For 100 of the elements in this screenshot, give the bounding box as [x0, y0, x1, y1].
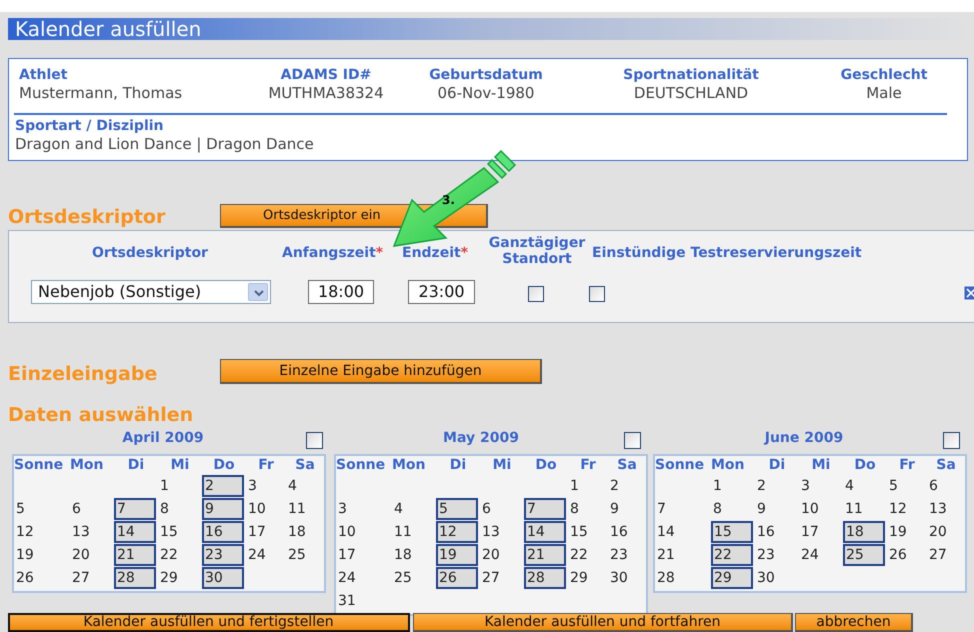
day[interactable]: 27 [927, 544, 965, 566]
select-month-checkbox[interactable] [943, 432, 960, 449]
day[interactable]: 10 [246, 498, 286, 520]
day[interactable]: 4 [286, 475, 324, 497]
day[interactable]: 17 [336, 544, 392, 566]
day[interactable]: 13 [927, 498, 965, 520]
selected-day[interactable]: 12 [436, 521, 478, 543]
delete-icon[interactable] [964, 286, 974, 300]
day[interactable]: 13 [70, 521, 114, 543]
day[interactable]: 10 [799, 498, 843, 520]
action-button[interactable]: Kalender ausfüllen und fertigstellen [8, 613, 410, 632]
day[interactable]: 24 [799, 544, 843, 566]
day[interactable]: 18 [392, 544, 436, 566]
day[interactable]: 10 [336, 521, 392, 543]
selected-day[interactable]: 30 [202, 567, 244, 589]
day[interactable]: 6 [480, 498, 524, 520]
day[interactable]: 15 [158, 521, 202, 543]
day[interactable]: 6 [70, 498, 114, 520]
selected-day[interactable]: 18 [843, 521, 885, 543]
selected-day[interactable]: 2 [202, 475, 244, 497]
day[interactable]: 26 [14, 567, 70, 589]
day[interactable]: 22 [568, 544, 608, 566]
day[interactable]: 12 [14, 521, 70, 543]
day[interactable]: 5 [887, 475, 927, 497]
day[interactable]: 1 [711, 475, 755, 497]
day[interactable]: 9 [755, 498, 799, 520]
day[interactable]: 11 [843, 498, 887, 520]
day[interactable]: 18 [286, 521, 324, 543]
day[interactable]: 23 [608, 544, 646, 566]
day[interactable]: 21 [655, 544, 711, 566]
day[interactable]: 29 [158, 567, 202, 589]
day[interactable]: 23 [755, 544, 799, 566]
add-entry-button[interactable]: Einzelne Eingabe hinzufügen [220, 359, 542, 384]
day[interactable]: 16 [755, 521, 799, 543]
start-time-field[interactable]: 18:00 [308, 280, 374, 304]
day[interactable]: 26 [887, 544, 927, 566]
day[interactable]: 20 [927, 521, 965, 543]
day[interactable]: 28 [655, 567, 711, 589]
selected-day[interactable]: 14 [524, 521, 566, 543]
day[interactable]: 16 [608, 521, 646, 543]
selected-day[interactable]: 7 [524, 498, 566, 520]
day[interactable]: 3 [799, 475, 843, 497]
selected-day[interactable]: 21 [114, 544, 156, 566]
day[interactable]: 20 [70, 544, 114, 566]
checkbox[interactable] [528, 286, 544, 302]
day[interactable]: 3 [246, 475, 286, 497]
day[interactable]: 30 [755, 567, 799, 589]
selected-day[interactable]: 19 [436, 544, 478, 566]
day[interactable]: 2 [755, 475, 799, 497]
select-month-checkbox[interactable] [306, 432, 323, 449]
day[interactable]: 2 [608, 475, 646, 497]
selected-day[interactable]: 7 [114, 498, 156, 520]
selected-day[interactable]: 14 [114, 521, 156, 543]
selected-day[interactable]: 28 [524, 567, 566, 589]
selected-day[interactable]: 26 [436, 567, 478, 589]
day[interactable]: 29 [568, 567, 608, 589]
day[interactable]: 5 [14, 498, 70, 520]
day[interactable]: 6 [927, 475, 965, 497]
selected-day[interactable]: 9 [202, 498, 244, 520]
day[interactable]: 27 [70, 567, 114, 589]
day[interactable]: 22 [158, 544, 202, 566]
select-month-checkbox[interactable] [624, 432, 641, 449]
day[interactable]: 4 [392, 498, 436, 520]
checkbox[interactable] [589, 286, 605, 302]
day[interactable]: 19 [14, 544, 70, 566]
selected-day[interactable]: 22 [711, 544, 753, 566]
day[interactable]: 7 [655, 498, 711, 520]
action-button[interactable]: Kalender ausfüllen und fortfahren [413, 613, 793, 632]
day[interactable]: 4 [843, 475, 887, 497]
day[interactable]: 8 [568, 498, 608, 520]
end-time-field[interactable]: 23:00 [408, 280, 475, 304]
selected-day[interactable]: 25 [843, 544, 885, 566]
selected-day[interactable]: 23 [202, 544, 244, 566]
day[interactable]: 25 [286, 544, 324, 566]
day[interactable]: 17 [246, 521, 286, 543]
day[interactable]: 1 [568, 475, 608, 497]
day[interactable]: 8 [711, 498, 755, 520]
day[interactable]: 13 [480, 521, 524, 543]
day[interactable]: 24 [246, 544, 286, 566]
day[interactable]: 31 [336, 590, 392, 612]
selected-day[interactable]: 15 [711, 521, 753, 543]
selected-day[interactable]: 29 [711, 567, 753, 589]
day[interactable]: 27 [480, 567, 524, 589]
day[interactable]: 30 [608, 567, 646, 589]
day[interactable]: 24 [336, 567, 392, 589]
action-button[interactable]: abbrechen [795, 613, 913, 632]
day[interactable]: 1 [158, 475, 202, 497]
day[interactable]: 8 [158, 498, 202, 520]
selected-day[interactable]: 21 [524, 544, 566, 566]
day[interactable]: 20 [480, 544, 524, 566]
day[interactable]: 11 [286, 498, 324, 520]
selected-day[interactable]: 5 [436, 498, 478, 520]
selected-day[interactable]: 28 [114, 567, 156, 589]
day[interactable]: 19 [887, 521, 927, 543]
selected-day[interactable]: 16 [202, 521, 244, 543]
day[interactable]: 3 [336, 498, 392, 520]
day[interactable]: 9 [608, 498, 646, 520]
day[interactable]: 25 [392, 567, 436, 589]
day[interactable]: 17 [799, 521, 843, 543]
day[interactable]: 12 [887, 498, 927, 520]
